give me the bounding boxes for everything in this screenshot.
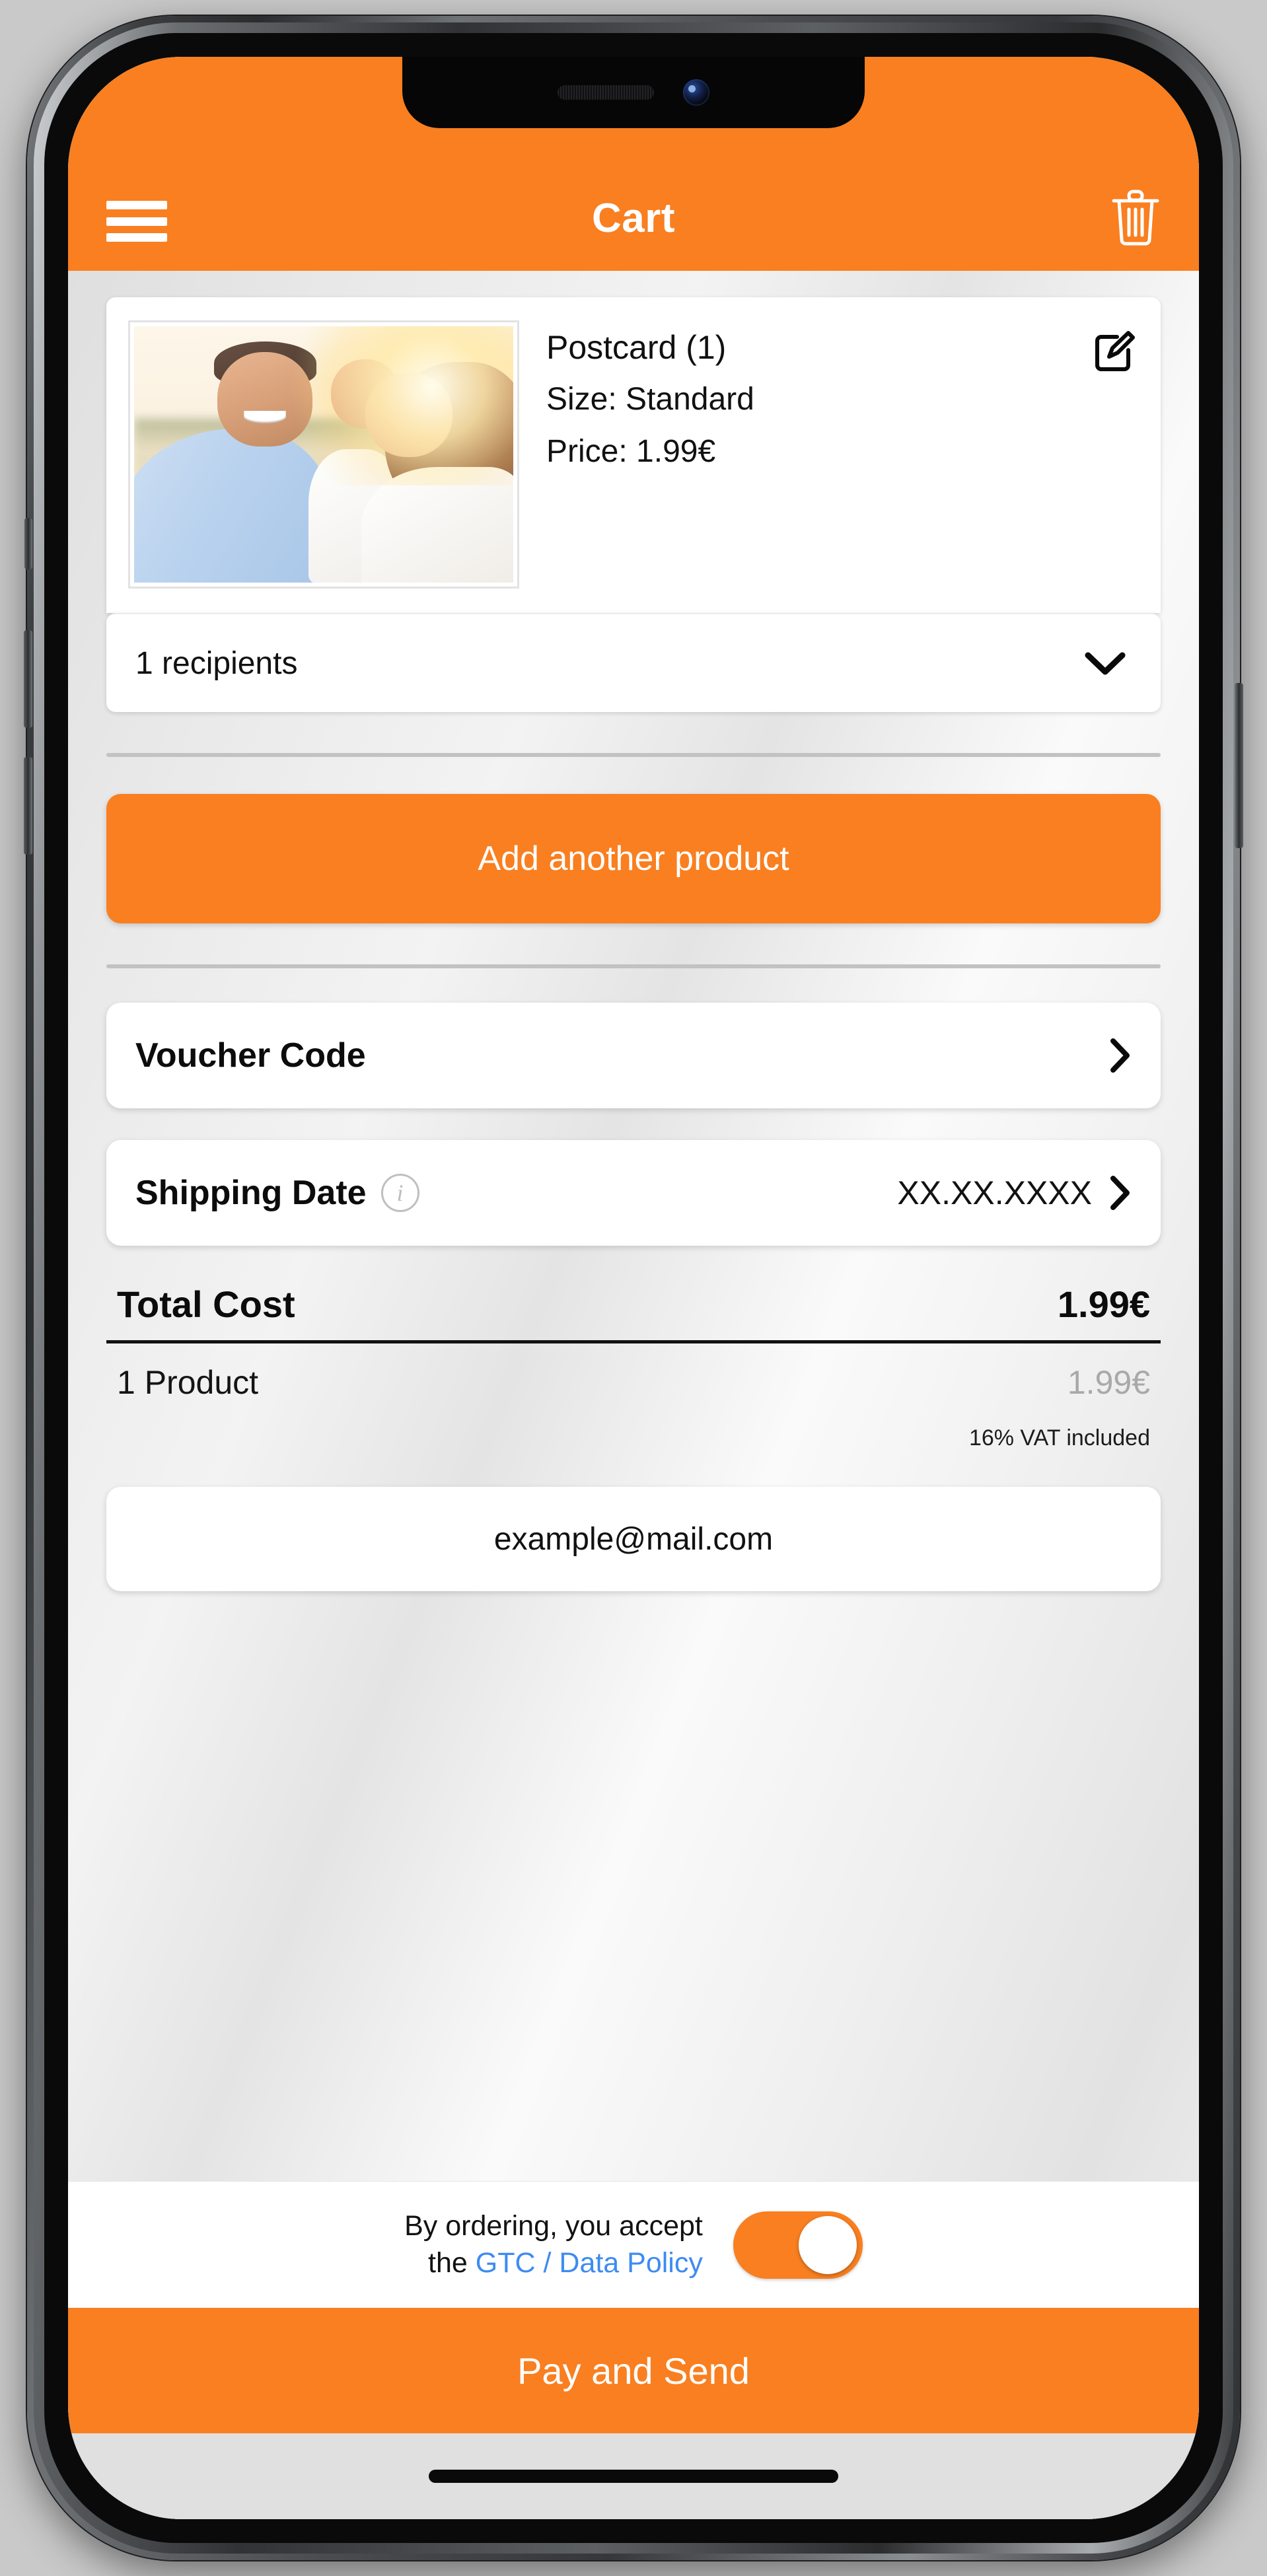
info-icon-glyph: i bbox=[396, 1180, 404, 1206]
product-details: Postcard (1) Size: Standard Price: 1.99€ bbox=[517, 322, 1091, 471]
cart-content: Postcard (1) Size: Standard Price: 1.99€ bbox=[68, 271, 1199, 2181]
chevron-right-icon[interactable] bbox=[1109, 1037, 1132, 1074]
volume-down-button[interactable] bbox=[24, 757, 32, 855]
info-icon[interactable]: i bbox=[380, 1174, 419, 1212]
email-field[interactable] bbox=[106, 1521, 1161, 1557]
volume-up-button[interactable] bbox=[24, 630, 32, 728]
terms-line-2-prefix: the bbox=[428, 2246, 476, 2279]
pay-and-send-button[interactable]: Pay and Send bbox=[68, 2308, 1199, 2433]
email-field-card[interactable] bbox=[106, 1487, 1161, 1591]
product-title: Postcard (1) bbox=[546, 329, 727, 366]
home-indicator-area bbox=[68, 2433, 1199, 2519]
vat-note: 16% VAT included bbox=[968, 1425, 1150, 1450]
product-size: Size: Standard bbox=[546, 382, 754, 417]
pay-and-send-label: Pay and Send bbox=[517, 2349, 750, 2392]
product-price: Price: 1.99€ bbox=[546, 433, 716, 469]
gtc-data-policy-link[interactable]: GTC / Data Policy bbox=[476, 2247, 703, 2279]
total-cost-label: Total Cost bbox=[117, 1283, 295, 1325]
cart-screen: Cart Postcard (1) Size: Standard Price: … bbox=[68, 57, 1199, 2519]
subtotal-row: 1 Product 1.99€ bbox=[106, 1343, 1161, 1402]
subtotal-value: 1.99€ bbox=[1067, 1364, 1150, 1401]
device-notch bbox=[402, 57, 865, 128]
voucher-code-label: Voucher Code bbox=[135, 1036, 366, 1075]
terms-text: By ordering, you accept the GTC / Data P… bbox=[404, 2208, 703, 2281]
divider-top bbox=[106, 753, 1161, 757]
add-another-product-label: Add another product bbox=[478, 840, 789, 878]
edit-pencil-icon[interactable] bbox=[1091, 328, 1137, 374]
phone-frame-outer: Cart Postcard (1) Size: Standard Price: … bbox=[24, 16, 1243, 2560]
phone-screen: Cart Postcard (1) Size: Standard Price: … bbox=[68, 57, 1199, 2519]
family-selfie-photo bbox=[134, 326, 513, 583]
terms-accept-toggle[interactable] bbox=[733, 2211, 863, 2279]
totals-section: Total Cost 1.99€ 1 Product 1.99€ 16% VAT… bbox=[106, 1283, 1161, 1451]
phone-mockup: Cart Postcard (1) Size: Standard Price: … bbox=[0, 0, 1267, 2576]
earpiece-speaker-icon bbox=[558, 85, 654, 100]
chevron-right-icon[interactable] bbox=[1109, 1174, 1132, 1211]
voucher-code-row[interactable]: Voucher Code bbox=[106, 1003, 1161, 1108]
subtotal-label: 1 Product bbox=[117, 1364, 259, 1401]
page-title: Cart bbox=[591, 196, 676, 241]
add-another-product-button[interactable]: Add another product bbox=[106, 794, 1161, 923]
product-card: Postcard (1) Size: Standard Price: 1.99€ bbox=[106, 297, 1161, 613]
chevron-down-icon[interactable] bbox=[1084, 650, 1126, 676]
total-cost-row: Total Cost 1.99€ bbox=[106, 1283, 1161, 1343]
shipping-date-row[interactable]: Shipping Date i XX.XX.XXXX bbox=[106, 1140, 1161, 1246]
home-indicator[interactable] bbox=[429, 2470, 838, 2483]
power-button[interactable] bbox=[1235, 683, 1243, 848]
recipients-label: 1 recipients bbox=[135, 645, 298, 681]
trash-icon[interactable] bbox=[1110, 188, 1161, 246]
terms-line-1: By ordering, you accept bbox=[404, 2210, 703, 2242]
shipping-date-value: XX.XX.XXXX bbox=[897, 1174, 1092, 1211]
toggle-knob bbox=[798, 2215, 857, 2274]
shipping-date-label: Shipping Date bbox=[135, 1174, 367, 1212]
silent-switch[interactable] bbox=[24, 518, 32, 569]
recipients-row[interactable]: 1 recipients bbox=[106, 613, 1161, 712]
front-camera-icon bbox=[683, 79, 709, 106]
total-cost-value: 1.99€ bbox=[1057, 1283, 1150, 1325]
product-thumbnail[interactable] bbox=[130, 322, 517, 587]
terms-acceptance-bar: By ordering, you accept the GTC / Data P… bbox=[68, 2181, 1199, 2308]
